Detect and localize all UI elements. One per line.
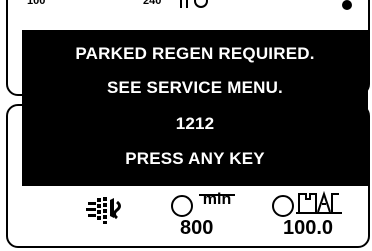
popup-title: PARKED REGEN REQUIRED. [75,44,315,63]
display-screen: 100 240 min 800 100.0 PARKED REGEN REQUI… [0,0,372,251]
popup-fault-code: 1212 [175,114,215,133]
engine-load-icon [296,190,342,214]
rpm-gauge-icon [171,195,193,217]
load-gauge-icon [272,195,294,217]
rpm-unit-label: min [202,191,232,208]
popup-instruction: SEE SERVICE MENU. [107,78,283,97]
status-dot-icon [342,0,352,10]
exhaust-filter-icon [86,197,121,224]
rpm-value: 800 [180,217,214,239]
load-value: 100.0 [283,217,334,239]
top-gauge-value-right: 240 [143,0,162,7]
regen-warning-popup[interactable]: PARKED REGEN REQUIRED. SEE SERVICE MENU.… [22,30,368,186]
top-gauge-value-left: 100 [27,0,46,7]
gauge-tick-mark [180,0,182,8]
gauge-tick-mark [186,0,188,8]
popup-dismiss-prompt: PRESS ANY KEY [125,149,265,168]
